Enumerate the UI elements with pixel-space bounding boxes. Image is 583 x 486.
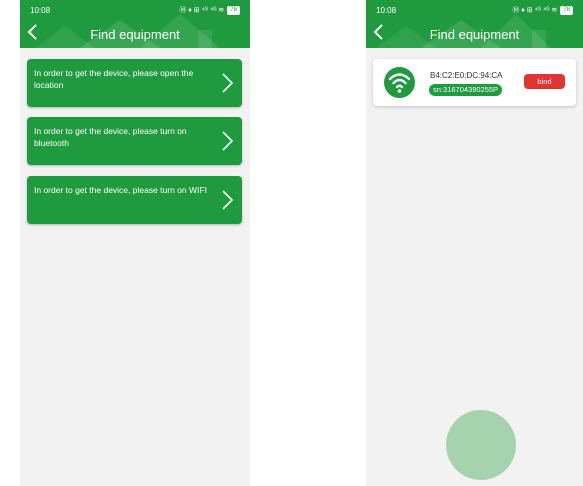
wifi-card[interactable]: In order to get the device, please turn … [27, 176, 242, 224]
device-mac: B4:C2:E0:DC:94:CA [430, 71, 503, 80]
network-icons: Ⓜ ♦ ⊞ ⁴ᴳ ⁴ᴳ ≋ [179, 7, 225, 14]
left-screen: 10:08 Ⓜ ♦ ⊞ ⁴ᴳ ⁴ᴳ ≋ 78 Find equipment In… [20, 0, 250, 486]
wifi-icon [384, 67, 415, 98]
network-icons: Ⓜ ♦ ⊞ ⁴ᴳ ⁴ᴳ ≋ [512, 7, 558, 14]
card-text: In order to get the device, please turn … [34, 185, 207, 195]
status-time: 10:08 [376, 6, 397, 15]
battery-icon: 78 [227, 5, 240, 15]
status-icons: Ⓜ ♦ ⊞ ⁴ᴳ ⁴ᴳ ≋ 78 [512, 5, 573, 15]
status-time: 10:08 [30, 6, 51, 15]
location-card[interactable]: In order to get the device, please open … [27, 59, 242, 107]
page-title: Find equipment [90, 27, 180, 42]
right-screen: 10:08 Ⓜ ♦ ⊞ ⁴ᴳ ⁴ᴳ ≋ 78 Find equipment B4… [366, 0, 583, 486]
battery-icon: 78 [560, 5, 573, 15]
card-text: In order to get the device, please open … [34, 68, 194, 90]
device-card[interactable]: B4:C2:E0:DC:94:CA sn:316704390255P bind [373, 59, 576, 106]
bluetooth-card[interactable]: In order to get the device, please turn … [27, 117, 242, 165]
header: 10:08 Ⓜ ♦ ⊞ ⁴ᴳ ⁴ᴳ ≋ 78 Find equipment [20, 0, 250, 48]
header: 10:08 Ⓜ ♦ ⊞ ⁴ᴳ ⁴ᴳ ≋ 78 Find equipment [366, 0, 583, 48]
chevron-right-icon [222, 131, 234, 151]
device-sn-badge: sn:316704390255P [429, 84, 503, 96]
status-icons: Ⓜ ♦ ⊞ ⁴ᴳ ⁴ᴳ ≋ 78 [179, 5, 240, 15]
bind-button[interactable]: bind [524, 74, 565, 89]
chevron-right-icon [222, 73, 234, 93]
chevron-right-icon [222, 190, 234, 210]
page-title: Find equipment [429, 27, 520, 42]
scan-button[interactable] [446, 410, 516, 480]
card-text: In order to get the device, please turn … [34, 126, 187, 148]
